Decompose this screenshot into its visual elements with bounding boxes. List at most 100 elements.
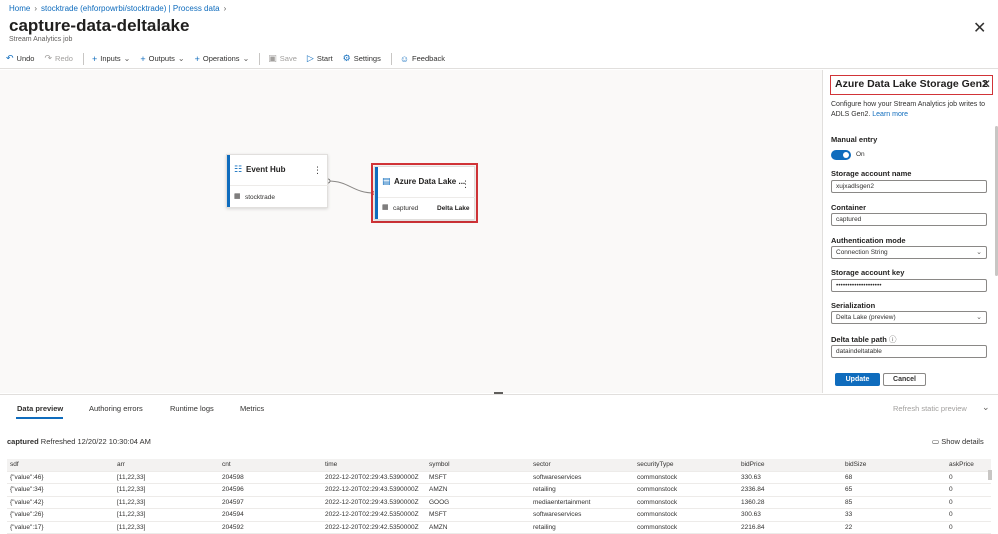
auth-mode-select[interactable]: Connection String ⌄ xyxy=(831,246,987,259)
chevron-down-icon: ⌄ xyxy=(177,54,185,63)
redo-button[interactable]: ↷ Redo xyxy=(44,53,72,64)
inputs-button[interactable]: + Inputs ⌄ xyxy=(92,54,130,64)
table-column-header[interactable]: arr xyxy=(117,461,125,468)
table-cell: commonstock xyxy=(637,473,678,481)
tab-data-preview[interactable]: Data preview xyxy=(17,404,63,413)
node-more-icon[interactable]: ⋮ xyxy=(461,179,470,190)
undo-button[interactable]: ↶ Undo xyxy=(6,53,34,64)
table-cell: 65 xyxy=(845,486,853,493)
table-cell: {"value":17} xyxy=(10,523,44,531)
undo-icon: ↶ xyxy=(6,53,14,63)
table-cell: MSFT xyxy=(429,511,447,518)
node-more-icon[interactable]: ⋮ xyxy=(313,165,322,176)
table-cell: 300.63 xyxy=(741,511,761,518)
table-scrollbar[interactable] xyxy=(988,470,992,480)
tab-authoring-errors[interactable]: Authoring errors xyxy=(89,404,143,413)
table-column-header[interactable]: sdf xyxy=(10,461,19,468)
plus-icon: + xyxy=(140,53,146,64)
toolbar-divider xyxy=(259,52,261,65)
save-button[interactable]: ▣ Save xyxy=(268,53,297,64)
breadcrumb-separator-icon: › xyxy=(223,4,227,13)
info-icon[interactable]: ⓘ xyxy=(889,335,897,344)
operations-button[interactable]: + Operations ⌄ xyxy=(195,54,250,64)
table-cell: 330.63 xyxy=(741,473,761,481)
table-cell: mediaentertainment xyxy=(533,498,591,506)
table-cell: [11,22,33] xyxy=(117,473,146,481)
outputs-button[interactable]: + Outputs ⌄ xyxy=(140,54,184,64)
table-cell: 2022-12-20T02:29:43.5390000Z xyxy=(325,486,419,493)
data-preview-table: sdf arr cnt time symbol sector securityType bid… xyxy=(7,459,991,534)
table-column-header[interactable]: symbol xyxy=(429,461,450,468)
table-column-header[interactable]: cnt xyxy=(222,461,231,468)
breadcrumb-process-data[interactable]: stocktrade (ehforpowrbi/stocktrade) | Pr… xyxy=(41,4,220,13)
table-column-header[interactable]: bidSize xyxy=(845,461,866,468)
toolbar-divider xyxy=(82,52,84,65)
table-cell: commonstock xyxy=(637,498,678,506)
play-icon: ▷ xyxy=(306,53,314,63)
feedback-button[interactable]: ☺ Feedback xyxy=(400,54,445,64)
tab-runtime-logs[interactable]: Runtime logs xyxy=(170,404,214,413)
tab-metrics[interactable]: Metrics xyxy=(240,404,264,413)
more-options-icon[interactable]: ··· xyxy=(152,17,164,31)
table-cell: [11,22,33] xyxy=(117,486,146,493)
storage-key-input[interactable]: •••••••••••••••••••• xyxy=(831,279,987,292)
cancel-button[interactable]: Cancel xyxy=(883,373,926,386)
active-tab-indicator xyxy=(16,417,63,419)
refresh-preview-button[interactable]: Refresh static preview xyxy=(893,404,967,413)
storage-icon: ▤ xyxy=(382,176,391,186)
manual-entry-state: On xyxy=(856,151,865,158)
table-column-header[interactable]: securityType xyxy=(637,461,674,468)
table-cell: 2022-12-20T02:29:42.5350000Z xyxy=(325,523,419,531)
table-cell: [11,22,33] xyxy=(117,498,146,506)
start-button[interactable]: ▷ Start xyxy=(307,53,333,64)
adls-node[interactable]: ▤ Azure Data Lake ... ⋮ ▦ captured Delta… xyxy=(374,166,475,220)
panel-description: Configure how your Stream Analytics job … xyxy=(831,101,986,118)
storage-account-input[interactable]: xujxadlsgen2 xyxy=(831,180,987,193)
chevron-down-icon[interactable]: ⌄ xyxy=(982,402,990,413)
table-cell: {"value":42} xyxy=(10,498,44,506)
table-column-header[interactable]: bidPrice xyxy=(741,461,764,468)
gear-icon: ⚙ xyxy=(342,53,351,63)
table-column-header[interactable]: askPrice xyxy=(949,461,974,468)
table-cell: {"value":26} xyxy=(10,511,44,518)
close-icon[interactable]: ✕ xyxy=(973,18,986,38)
output-config-panel: Azure Data Lake Storage Gen2 ✕ Configure… xyxy=(822,70,998,393)
table-cell: 0 xyxy=(949,486,953,493)
toolbar: ↶ Undo ↷ Redo + Inputs ⌄ + Outputs ⌄ + Operatio… xyxy=(0,49,998,69)
settings-button[interactable]: ⚙ Settings xyxy=(343,53,381,64)
breadcrumb: Home › stocktrade (ehforpowrbi/stocktrad… xyxy=(9,4,226,13)
close-icon[interactable]: ✕ xyxy=(981,77,991,91)
table-cell: softwareservices xyxy=(533,511,582,518)
breadcrumb-separator-icon: › xyxy=(34,4,38,13)
table-cell: retailing xyxy=(533,486,556,493)
node-subtitle: captured xyxy=(393,205,419,212)
table-column-header[interactable]: time xyxy=(325,461,337,468)
serialization-select[interactable]: Delta Lake (preview) ⌄ xyxy=(831,311,987,324)
auth-mode-label: Authentication mode xyxy=(831,236,906,245)
page-subtitle: Stream Analytics job xyxy=(9,36,73,43)
learn-more-link[interactable]: Learn more xyxy=(872,111,908,118)
table-column-header[interactable]: sector xyxy=(533,461,551,468)
table-cell: commonstock xyxy=(637,511,678,518)
storage-account-label: Storage account name xyxy=(831,169,912,178)
update-button[interactable]: Update xyxy=(835,373,880,386)
chevron-down-icon: ⌄ xyxy=(976,314,982,321)
table-cell: commonstock xyxy=(637,486,678,493)
save-icon: ▣ xyxy=(268,53,277,63)
breadcrumb-home[interactable]: Home xyxy=(9,4,30,13)
delta-path-input[interactable]: dataindeltatable xyxy=(831,345,987,358)
diagram-canvas[interactable]: ☷ Event Hub ⋮ ▦ stocktrade ▤ Azure Data … xyxy=(0,70,822,393)
node-title: Event Hub xyxy=(246,165,286,174)
chevron-down-icon: ⌄ xyxy=(123,54,131,63)
table-cell: 22 xyxy=(845,523,853,531)
feedback-icon: ☺ xyxy=(399,53,410,64)
event-hub-node[interactable]: ☷ Event Hub ⋮ ▦ stocktrade xyxy=(226,154,328,208)
container-input[interactable]: captured xyxy=(831,213,987,226)
show-details-button[interactable]: ▭ Show details xyxy=(932,437,984,446)
manual-entry-toggle[interactable] xyxy=(831,150,851,160)
plus-icon: + xyxy=(91,53,98,64)
table-cell: 2022-12-20T02:29:43.5390000Z xyxy=(325,473,419,481)
node-title: Azure Data Lake ... xyxy=(394,177,466,186)
event-hub-icon: ☷ xyxy=(234,164,243,174)
table-row: {"value":46} [11,22,33] 204598 2022-12-20T0… xyxy=(7,472,991,484)
